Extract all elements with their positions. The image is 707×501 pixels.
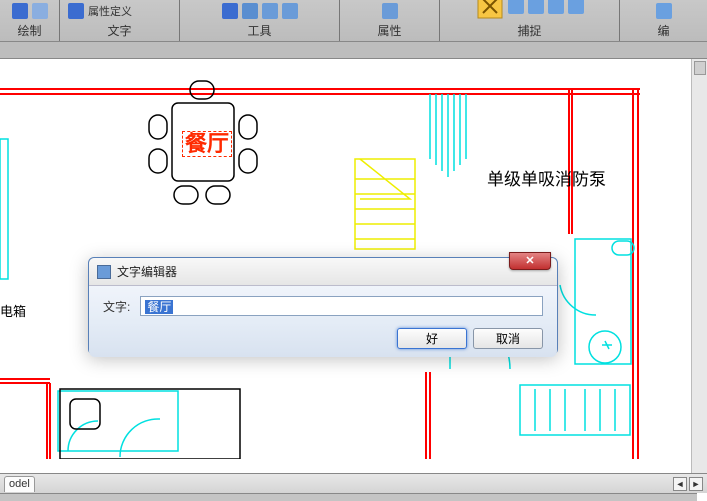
text-editor-dialog: 文字编辑器 ✕ 文字: 餐厅 好 取消 (88, 257, 558, 355)
dialog-text-input[interactable]: 餐厅 (140, 296, 543, 316)
tool-icon-3[interactable] (262, 3, 278, 19)
vertical-scrollbar[interactable] (691, 59, 707, 473)
ribbon-group-props: 属性 (340, 0, 440, 41)
snap-icon-3[interactable] (548, 0, 564, 14)
dialog-text-value: 餐厅 (145, 300, 173, 314)
tool-icon-4[interactable] (282, 3, 298, 19)
prop-icon[interactable] (382, 3, 398, 19)
dialog-app-icon (97, 265, 111, 279)
snap-icon-1[interactable] (508, 0, 524, 14)
text-label-dining[interactable]: 餐厅 (182, 131, 232, 157)
dialog-field-label: 文字: (103, 298, 130, 315)
dialog-cancel-button[interactable]: 取消 (473, 328, 543, 349)
ribbon-group-edit: 编 (620, 0, 707, 41)
ribbon-label-snap: 捕捉 (517, 22, 541, 39)
bottom-strip (0, 493, 697, 501)
draw-icon-2[interactable] (32, 3, 48, 19)
ribbon-label-text: 文字 (107, 22, 131, 39)
ribbon-group-snap: 捕捉 (440, 0, 620, 41)
ribbon-group-tools: 工具 (180, 0, 340, 41)
ribbon-label-draw: 绘制 (17, 22, 41, 39)
model-tab[interactable]: odel (4, 476, 35, 492)
edit-icon[interactable] (656, 3, 672, 19)
dialog-body: 文字: 餐厅 (89, 286, 557, 322)
ribbon-separator (0, 42, 707, 59)
text-icon[interactable] (68, 3, 84, 19)
draw-icon-1[interactable] (12, 3, 28, 19)
dialog-ok-button[interactable]: 好 (397, 328, 467, 349)
tool-icon-1[interactable] (222, 3, 238, 19)
snap-icon-main[interactable] (476, 0, 504, 20)
snap-icon-2[interactable] (528, 0, 544, 14)
dialog-button-row: 好 取消 (89, 322, 557, 357)
attr-def-label[interactable]: 属性定义 (88, 3, 132, 19)
status-bar: odel ◄ ► (0, 473, 707, 493)
dialog-titlebar[interactable]: 文字编辑器 (89, 258, 557, 286)
dialog-close-button[interactable]: ✕ (509, 252, 551, 270)
text-label-box: 电箱 (0, 301, 26, 320)
dialog-title-text: 文字编辑器 (117, 263, 177, 280)
scroll-left-button[interactable]: ◄ (673, 477, 687, 491)
ribbon: 绘制 属性定义 文字 工具 属性 (0, 0, 707, 42)
tool-icon-2[interactable] (242, 3, 258, 19)
ribbon-label-props: 属性 (377, 22, 401, 39)
ribbon-label-edit: 编 (657, 22, 669, 39)
scroll-right-button[interactable]: ► (689, 477, 703, 491)
snap-icon-4[interactable] (568, 0, 584, 14)
vscroll-up-button[interactable] (694, 61, 706, 75)
text-label-pump: 单级单吸消防泵 (487, 165, 606, 190)
ribbon-group-text: 属性定义 文字 (60, 0, 180, 41)
drawing-canvas[interactable]: 餐厅 单级单吸消防泵 电箱 文字编辑器 ✕ 文字: 餐厅 好 取消 (0, 59, 707, 459)
ribbon-group-draw: 绘制 (0, 0, 60, 41)
ribbon-label-tools: 工具 (247, 22, 271, 39)
